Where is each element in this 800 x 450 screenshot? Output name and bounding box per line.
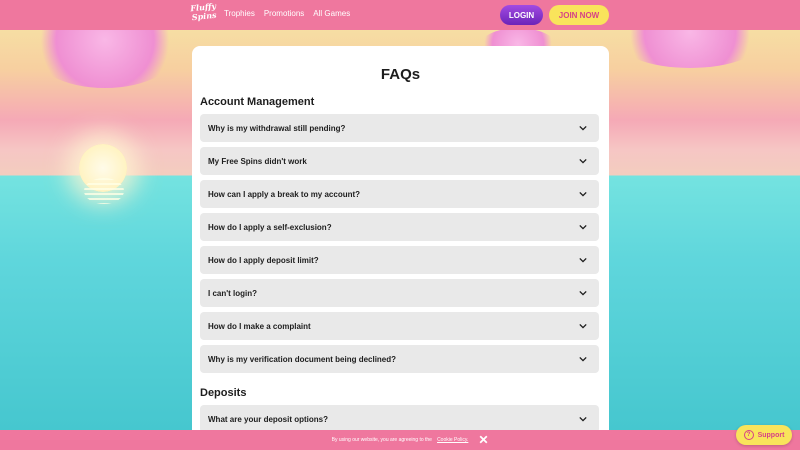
chevron-down-icon [579,416,587,422]
faq-question: How do I apply deposit limit? [208,255,319,265]
faq-question: How do I make a complaint [208,321,311,331]
faq-card: FAQs Account Management Why is my withdr… [192,46,609,450]
faq-item[interactable]: How do I make a complaint [200,312,599,340]
chevron-down-icon [579,290,587,296]
chevron-down-icon [579,125,587,131]
nav-promotions-link[interactable]: Promotions [264,9,304,18]
sun-reflection [84,178,124,204]
chevron-down-icon [579,323,587,329]
faq-item[interactable]: What are your deposit options? [200,405,599,433]
site-logo[interactable]: Fluffy Spins [190,1,218,29]
section-title-deposits: Deposits [200,387,247,399]
chevron-down-icon [579,257,587,263]
faq-item[interactable]: Why is my withdrawal still pending? [200,114,599,142]
top-navigation-bar: Fluffy Spins Trophies Promotions All Gam… [0,0,800,30]
cookie-consent-bar: By using our website, you are agreeing t… [0,430,800,450]
faq-item[interactable]: Why is my verification document being de… [200,345,599,373]
nav-trophies-link[interactable]: Trophies [224,9,255,18]
page-title: FAQs [380,66,421,83]
faq-question: I can't login? [208,288,258,298]
chevron-down-icon [579,356,587,362]
faq-item[interactable]: How can I apply a break to my account? [200,180,599,208]
faq-question: How do I apply a self-exclusion? [208,222,332,232]
faq-item[interactable]: My Free Spins didn't work [200,147,599,175]
faq-question: My Free Spins didn't work [208,156,307,166]
faq-question: What are your deposit options? [208,414,329,424]
faq-question: How can I apply a break to my account? [208,189,361,199]
chevron-down-icon [579,224,587,230]
faq-question: Why is my verification document being de… [208,354,397,364]
support-button[interactable]: ? Support [736,425,792,445]
chevron-down-icon [579,191,587,197]
login-button[interactable]: LOGIN [500,5,543,25]
main-nav: Trophies Promotions All Games [224,9,350,18]
faq-question: Why is my withdrawal still pending? [208,123,346,133]
chevron-down-icon [579,158,587,164]
close-icon[interactable] [478,434,489,445]
section-title-account-management: Account Management [200,96,315,108]
faq-item[interactable]: I can't login? [200,279,599,307]
support-label: Support [757,431,785,439]
cookie-policy-link[interactable]: Cookie Policy. [437,437,468,443]
join-now-button[interactable]: JOIN NOW [549,5,609,25]
faq-item[interactable]: How do I apply a self-exclusion? [200,213,599,241]
nav-all-games-link[interactable]: All Games [313,9,350,18]
faq-item[interactable]: How do I apply deposit limit? [200,246,599,274]
cookie-message: By using our website, you are agreeing t… [331,437,432,443]
help-icon: ? [743,430,754,440]
